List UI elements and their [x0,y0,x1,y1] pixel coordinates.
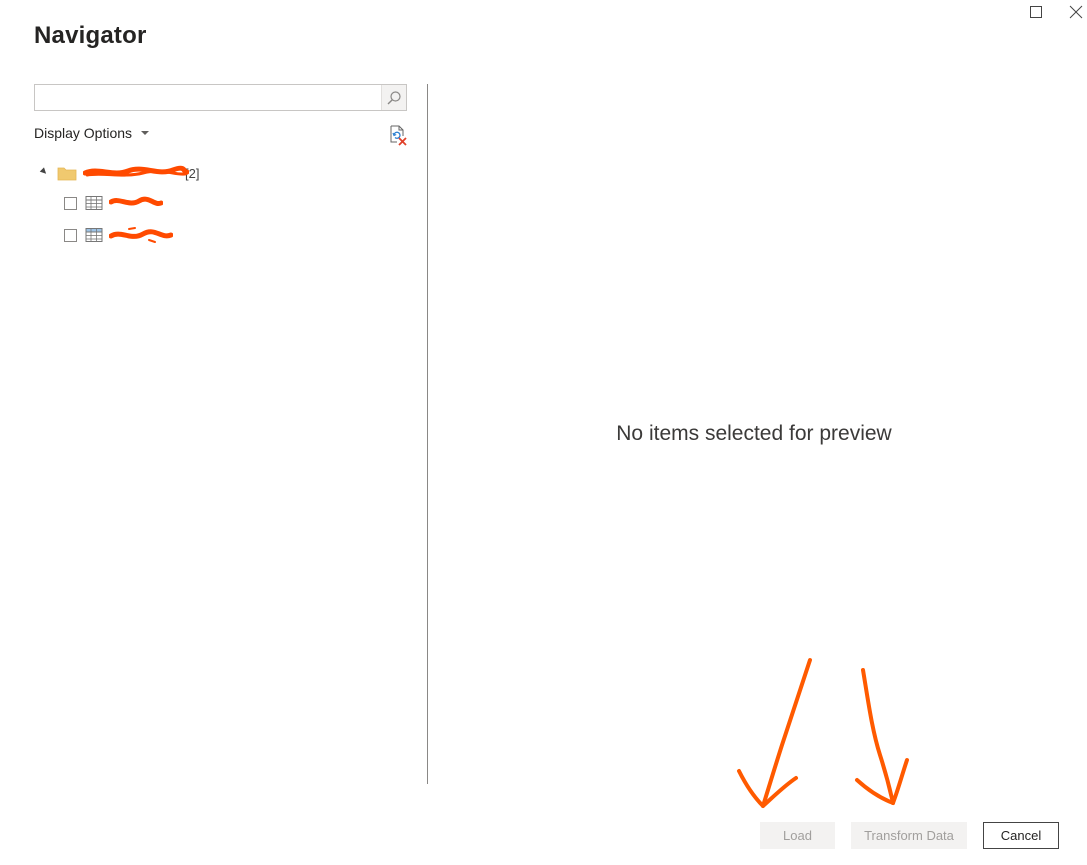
table-icon [85,228,103,242]
maximize-button[interactable] [1027,4,1045,22]
tree-item[interactable] [64,192,163,214]
tree-root-node[interactable]: [2] [38,162,199,184]
folder-icon [57,167,77,181]
chevron-down-icon [141,131,150,135]
tree-item-label-redacted [109,227,173,243]
annotation-arrow-load [737,658,812,808]
search-icon [387,90,401,104]
search-button[interactable] [381,85,406,110]
dialog-title: Navigator [34,22,147,49]
display-options-dropdown[interactable]: Display Options [34,125,150,141]
maximize-icon [1030,6,1042,18]
table-icon [85,196,103,210]
annotation-arrow-transform-data [855,668,909,805]
redaction-scribble [109,227,173,243]
refresh-icon [390,125,407,146]
tree-item[interactable] [64,224,173,246]
redaction-scribble [109,196,163,206]
expand-collapse-icon[interactable] [39,167,49,176]
navigator-dialog: Navigator Display Options [2] No items s… [0,0,1087,865]
refresh-button[interactable] [387,124,409,146]
cancel-button[interactable]: Cancel [983,822,1059,849]
redaction-scribble [83,165,189,177]
search-input[interactable] [35,85,383,110]
transform-data-button[interactable]: Transform Data [851,822,967,849]
tree-item-label-redacted [109,196,163,210]
display-options-label: Display Options [34,125,133,141]
preview-empty-message: No items selected for preview [616,422,892,445]
tree-item-checkbox[interactable] [64,228,77,242]
pane-splitter[interactable] [427,84,428,784]
tree-item-checkbox[interactable] [64,196,77,210]
tree-root-label-redacted [83,165,189,180]
close-icon [1069,5,1083,19]
search-box [34,84,407,111]
close-button[interactable] [1067,4,1085,22]
load-button[interactable]: Load [760,822,835,849]
